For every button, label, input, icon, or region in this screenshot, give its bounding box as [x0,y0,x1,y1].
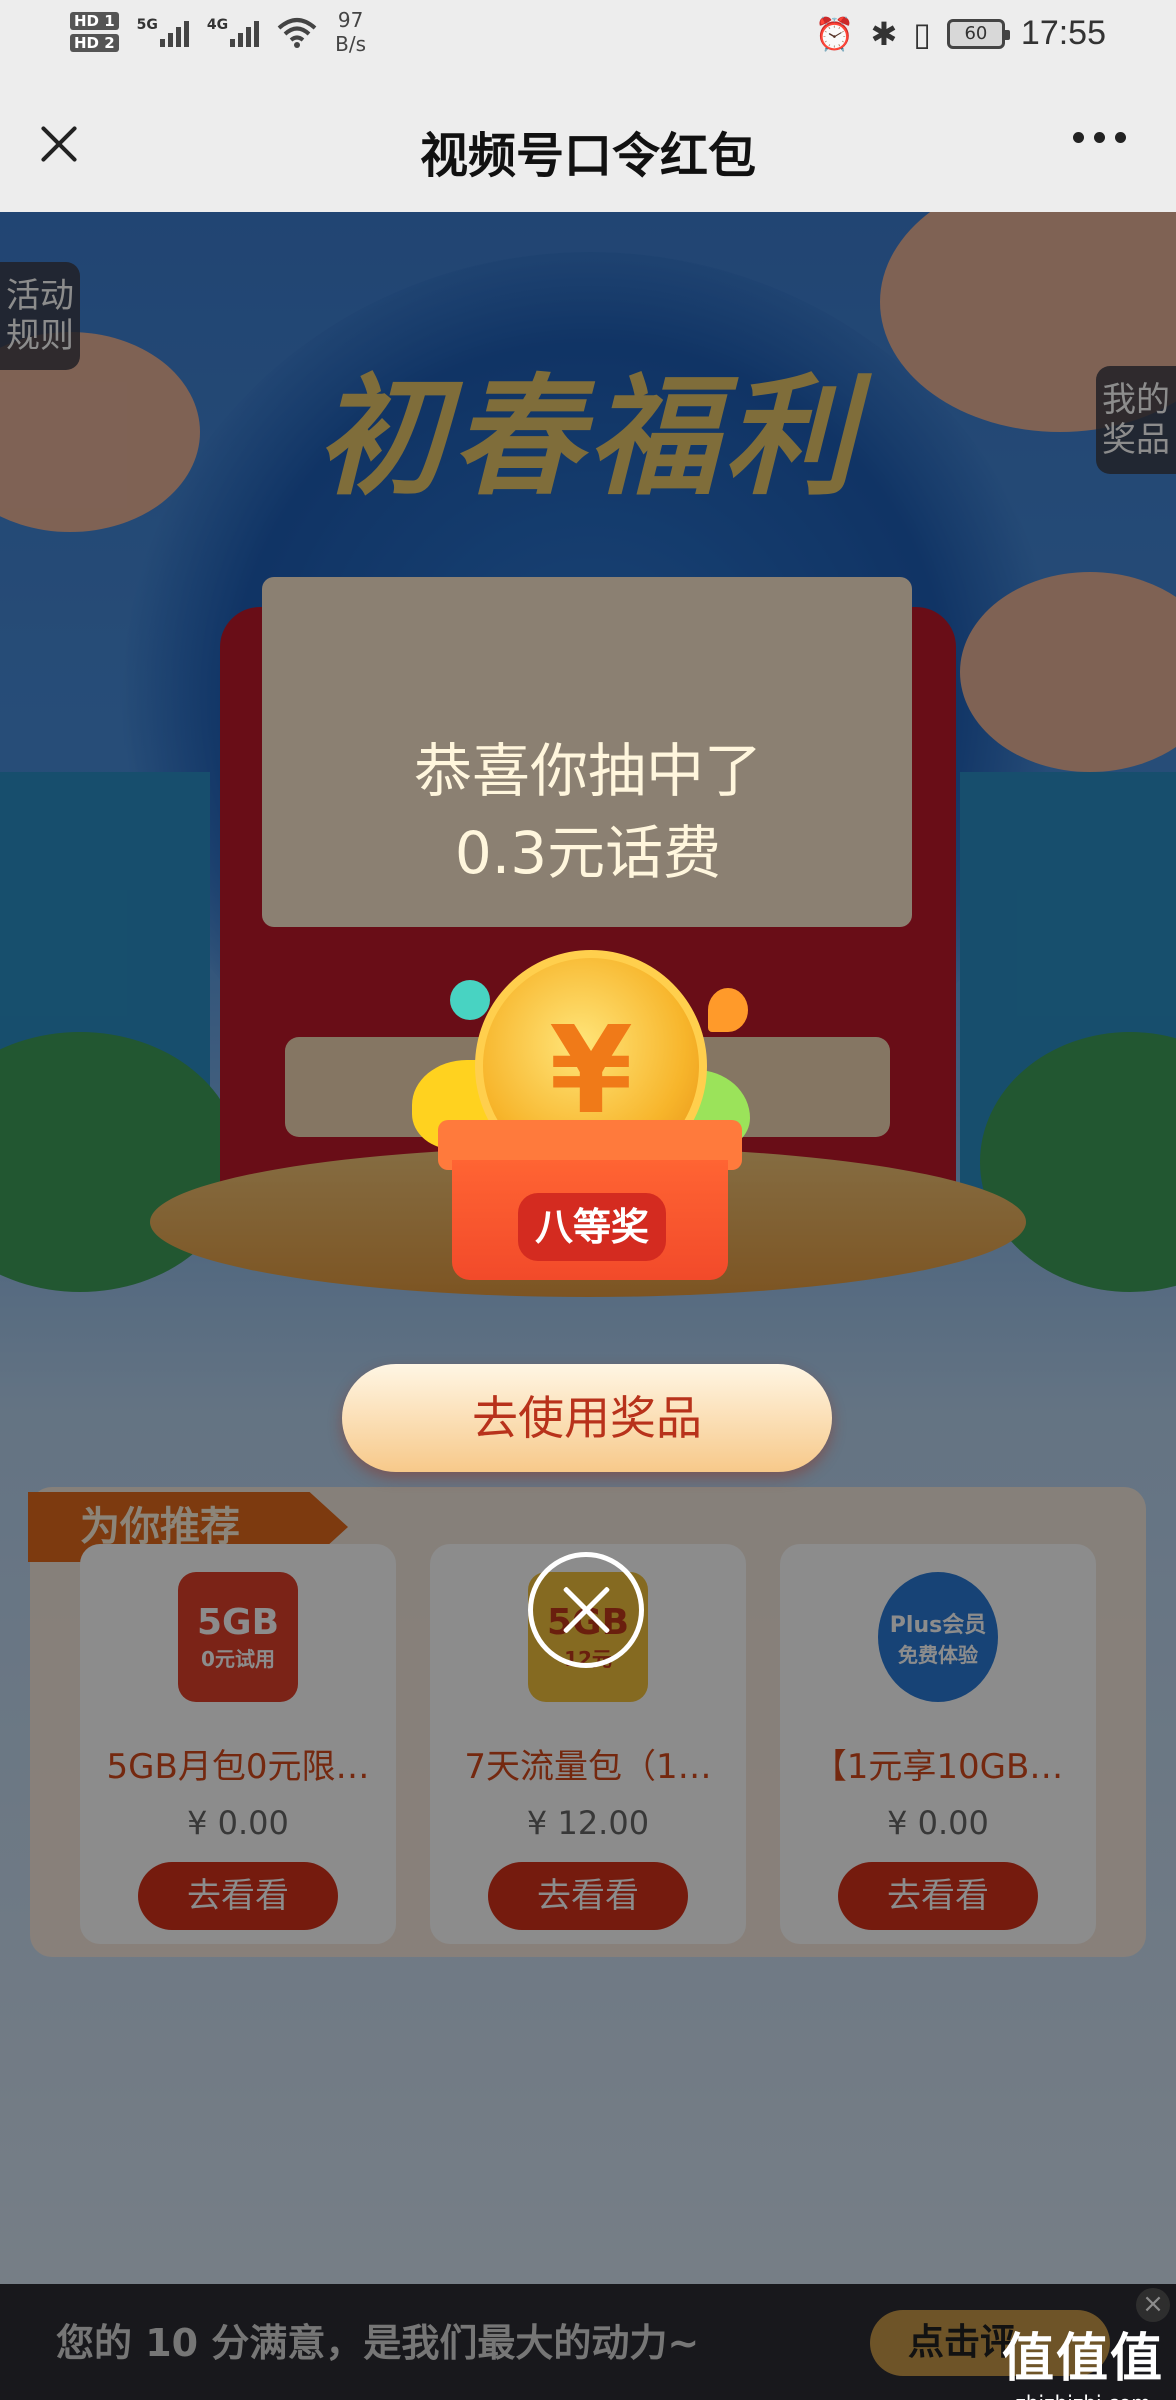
watermark-big: 值值值 [1001,2329,1164,2389]
clock: 17:55 [1020,14,1106,52]
bluetooth-icon: ✱ [870,14,898,53]
modal-close-icon[interactable] [528,1552,644,1668]
prize-message-line2: 0.3元话费 [454,819,722,887]
net-speed-unit: B/s [335,32,367,56]
net2-label: 4G [206,17,229,33]
vibrate-icon: ▯ [913,14,931,53]
watermark-logo: 值值值 zhizhizhi.com [1002,2316,1164,2400]
signal-bars-icon [159,17,189,47]
prize-message: 恭喜你抽中了 0.3元话费 [0,730,1176,894]
splash-decoration [708,988,748,1032]
signal-4g: 4G [206,17,260,47]
net-speed: 97 B/s [335,8,366,56]
prize-level-badge: 八等奖 [518,1193,666,1261]
wifi-icon [277,18,317,48]
battery-icon: 60 [946,18,1010,49]
net1-label: 5G [136,17,158,33]
battery-level: 60 [964,22,988,44]
watermark-small: zhizhizhi.com [1002,2391,1164,2400]
page-title: 视频号口令红包 [419,128,756,184]
prize-message-line1: 恭喜你抽中了 [413,737,762,805]
more-menu-icon[interactable] [1073,132,1126,143]
hd-indicators: HD 1 HD 2 [70,12,119,52]
net-speed-value: 97 [337,8,364,32]
hd2-badge: HD 2 [70,34,119,52]
title-bar: 视频号口令红包 [0,72,1176,212]
hd1-badge: HD 1 [70,12,119,30]
modal-overlay [0,212,1176,2400]
status-bar: HD 1 HD 2 5G 4G 97 B/s ⏰ ✱ ▯ 60 17:55 [0,0,1176,72]
use-prize-button[interactable]: 去使用奖品 [342,1364,832,1472]
status-right: ⏰ ✱ ▯ 60 17:55 [815,14,1106,53]
signal-5g: 5G [137,17,189,47]
alarm-icon: ⏰ [814,14,855,53]
status-left: HD 1 HD 2 5G 4G 97 B/s [70,8,366,56]
signal-bars-icon [230,17,260,47]
